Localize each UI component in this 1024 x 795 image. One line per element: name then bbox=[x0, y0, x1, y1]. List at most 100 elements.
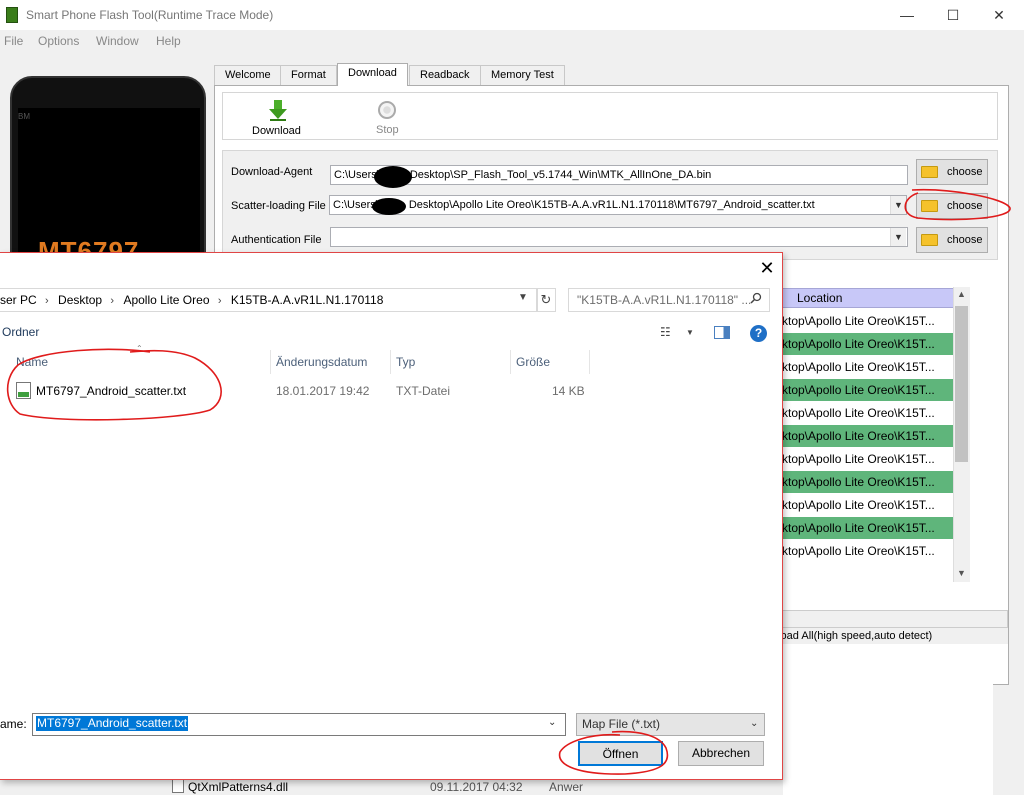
column-divider[interactable] bbox=[589, 350, 590, 374]
cancel-button[interactable]: Abbrechen bbox=[678, 741, 764, 766]
download-arrow-icon[interactable] bbox=[267, 99, 289, 121]
breadcrumb-item[interactable]: Apollo Lite Oreo bbox=[123, 289, 209, 311]
maximize-button[interactable]: ☐ bbox=[930, 0, 976, 30]
column-size[interactable]: Größe bbox=[516, 355, 550, 369]
close-button[interactable]: ✕ bbox=[976, 0, 1022, 30]
file-type: TXT-Datei bbox=[396, 384, 451, 398]
chevron-right-icon[interactable]: › bbox=[45, 290, 49, 311]
filename-input[interactable]: MT6797_Android_scatter.txt bbox=[32, 713, 566, 736]
redaction-mark bbox=[372, 198, 406, 215]
chevron-down-icon[interactable]: ▼ bbox=[957, 568, 966, 578]
menu-bar bbox=[0, 30, 1024, 52]
column-divider[interactable] bbox=[510, 350, 511, 374]
tab-format[interactable]: Format bbox=[280, 65, 337, 85]
column-divider[interactable] bbox=[270, 350, 271, 374]
download-agent-field[interactable]: C:\Users\ Desktop\SP_Flash_Tool_v5.1744_W… bbox=[330, 165, 908, 185]
filename-label: ame: bbox=[0, 717, 27, 731]
choose-label: choose bbox=[947, 234, 983, 246]
breadcrumb-item[interactable]: Desktop bbox=[58, 289, 102, 311]
choose-label: choose bbox=[947, 166, 983, 178]
file-icon bbox=[172, 779, 184, 793]
chevron-right-icon[interactable]: › bbox=[218, 290, 222, 311]
sort-ascending-icon: ⌃ bbox=[136, 344, 143, 353]
file-size: 14 KB bbox=[552, 384, 585, 398]
tab-memory-test[interactable]: Memory Test bbox=[480, 65, 565, 85]
breadcrumb[interactable]: ser PC › Desktop › Apollo Lite Oreo › K1… bbox=[0, 288, 538, 312]
table-row[interactable]: sktop\Apollo Lite Oreo\K15T... bbox=[772, 494, 954, 517]
chevron-down-icon[interactable]: ⌄ bbox=[750, 718, 758, 729]
authentication-file-label: Authentication File bbox=[231, 234, 322, 246]
table-row[interactable]: sktop\Apollo Lite Oreo\K15T... bbox=[772, 448, 954, 471]
scatter-path-suffix: Desktop\Apollo Lite Oreo\K15TB-A.A.vR1L.… bbox=[408, 199, 815, 211]
tab-download[interactable]: Download bbox=[337, 63, 408, 86]
column-date[interactable]: Änderungsdatum bbox=[276, 355, 367, 369]
window-title: Smart Phone Flash Tool(Runtime Trace Mod… bbox=[26, 8, 274, 22]
tab-readback[interactable]: Readback bbox=[409, 65, 481, 85]
table-row[interactable]: sktop\Apollo Lite Oreo\K15T... bbox=[772, 333, 954, 356]
file-name[interactable]: MT6797_Android_scatter.txt bbox=[36, 384, 186, 398]
chevron-down-icon[interactable]: ▼ bbox=[686, 328, 694, 337]
breadcrumb-item[interactable]: ser PC bbox=[0, 289, 37, 311]
table-row[interactable]: sktop\Apollo Lite Oreo\K15T... bbox=[772, 471, 954, 494]
search-input[interactable]: "K15TB-A.A.vR1L.N1.170118" ... bbox=[568, 288, 770, 312]
table-row[interactable]: sktop\Apollo Lite Oreo\K15T... bbox=[772, 356, 954, 379]
chevron-down-icon[interactable]: ⌄ bbox=[548, 717, 556, 728]
stop-button[interactable]: Stop bbox=[376, 124, 399, 136]
search-icon[interactable] bbox=[750, 292, 762, 304]
background-file-type: Anwer bbox=[549, 780, 584, 794]
filetype-select[interactable]: Map File (*.txt) bbox=[576, 713, 765, 736]
download-agent-path-prefix: C:\Users\ bbox=[334, 169, 380, 181]
filename-selection: MT6797_Android_scatter.txt bbox=[36, 716, 189, 731]
chevron-right-icon[interactable]: › bbox=[110, 290, 114, 311]
preview-pane-icon[interactable] bbox=[714, 326, 730, 339]
table-row[interactable]: sktop\Apollo Lite Oreo\K15T... bbox=[772, 540, 954, 563]
table-row[interactable]: sktop\Apollo Lite Oreo\K15T... bbox=[772, 310, 954, 333]
open-button[interactable]: Öffnen bbox=[578, 741, 663, 766]
choose-label: choose bbox=[947, 200, 983, 212]
authentication-file-combo[interactable] bbox=[330, 227, 908, 247]
menu-help[interactable]: Help bbox=[156, 34, 181, 48]
download-mode-status: nload All(high speed,auto detect) bbox=[772, 628, 1008, 644]
menu-options[interactable]: Options bbox=[38, 34, 79, 48]
redaction-mark bbox=[374, 166, 412, 188]
download-agent-label: Download-Agent bbox=[231, 166, 313, 178]
scrollbar-thumb[interactable] bbox=[955, 306, 968, 462]
download-toolbar bbox=[222, 92, 998, 140]
scatter-file-combo[interactable]: C:\Users\ Desktop\Apollo Lite Oreo\K15TB-… bbox=[329, 195, 907, 215]
app-icon bbox=[6, 7, 18, 23]
chevron-down-icon[interactable]: ▼ bbox=[890, 196, 906, 214]
column-divider[interactable] bbox=[390, 350, 391, 374]
stop-icon[interactable] bbox=[378, 101, 396, 119]
scatter-file-label: Scatter-loading File bbox=[231, 200, 326, 212]
background-window bbox=[783, 670, 993, 795]
chevron-down-icon[interactable]: ▼ bbox=[890, 228, 906, 246]
minimize-button[interactable]: — bbox=[884, 0, 930, 30]
progress-bar bbox=[772, 610, 1008, 628]
breadcrumb-item[interactable]: K15TB-A.A.vR1L.N1.170118 bbox=[231, 289, 384, 311]
new-folder-button[interactable]: Ordner bbox=[2, 325, 39, 339]
file-date: 18.01.2017 19:42 bbox=[276, 384, 370, 398]
dialog-close-icon[interactable]: ✕ bbox=[755, 258, 779, 278]
location-column-header[interactable]: Location bbox=[772, 288, 954, 308]
folder-icon bbox=[921, 200, 938, 212]
help-icon[interactable]: ? bbox=[750, 325, 767, 342]
view-options-icon[interactable]: ☷ bbox=[660, 325, 671, 339]
folder-icon bbox=[921, 234, 938, 246]
tab-welcome[interactable]: Welcome bbox=[214, 65, 282, 85]
refresh-icon[interactable]: ↻ bbox=[536, 288, 556, 312]
table-row[interactable]: sktop\Apollo Lite Oreo\K15T... bbox=[772, 517, 954, 540]
phone-brand-mark: BM bbox=[18, 112, 30, 121]
chevron-down-icon[interactable]: ▼ bbox=[518, 292, 528, 303]
background-file-name: QtXmlPatterns4.dll bbox=[188, 780, 289, 794]
column-name[interactable]: Name bbox=[16, 355, 48, 369]
table-row[interactable]: sktop\Apollo Lite Oreo\K15T... bbox=[772, 425, 954, 448]
menu-window[interactable]: Window bbox=[96, 34, 139, 48]
table-row[interactable]: sktop\Apollo Lite Oreo\K15T... bbox=[772, 379, 954, 402]
text-file-icon-accent bbox=[18, 392, 29, 397]
download-button[interactable]: Download bbox=[252, 125, 301, 137]
chevron-up-icon[interactable]: ▲ bbox=[957, 289, 966, 299]
column-type[interactable]: Typ bbox=[396, 355, 415, 369]
table-row[interactable]: sktop\Apollo Lite Oreo\K15T... bbox=[772, 402, 954, 425]
folder-icon bbox=[921, 166, 938, 178]
menu-file[interactable]: File bbox=[4, 34, 23, 48]
